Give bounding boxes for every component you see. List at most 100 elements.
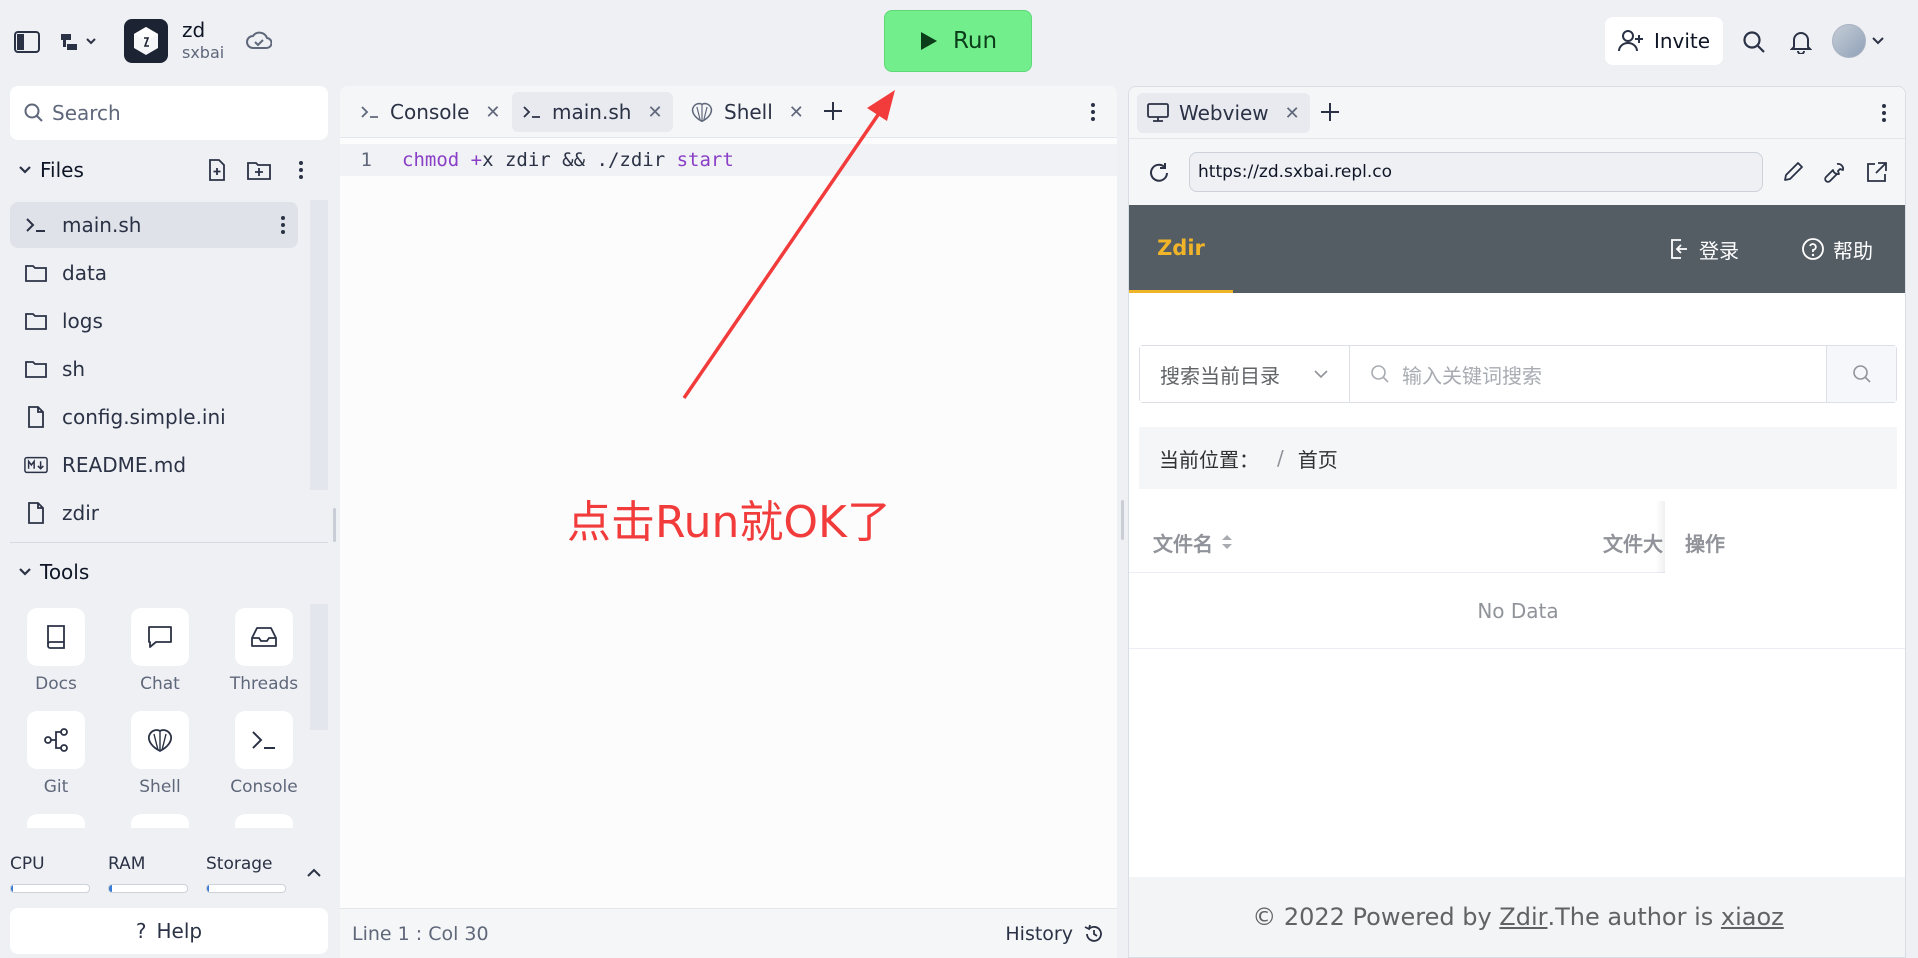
tool-partial[interactable] [27, 814, 85, 828]
file-name: config.simple.ini [62, 405, 226, 429]
invite-button[interactable]: Invite [1605, 17, 1723, 65]
file-item-logs[interactable]: logs [10, 298, 298, 344]
tools-section-header[interactable]: Tools [10, 552, 328, 592]
add-tab-icon[interactable] [1319, 101, 1341, 123]
footer-zdir-link[interactable]: Zdir [1499, 903, 1547, 931]
close-icon[interactable]: ✕ [647, 102, 662, 123]
file-icon [24, 406, 48, 428]
pane-resize-handle[interactable] [333, 508, 336, 542]
resources-panel-bg [0, 828, 334, 908]
search-icon [1371, 365, 1389, 383]
resource-bar-fill [11, 885, 13, 892]
layout-menu-icon[interactable] [56, 28, 102, 56]
add-tab-icon[interactable] [822, 100, 844, 122]
run-button-label: Run [952, 28, 998, 54]
tab-label: Console [390, 100, 470, 124]
tab-shell[interactable]: Shell ✕ [680, 92, 814, 132]
file-item-zdir[interactable]: zdir [10, 490, 298, 536]
resource-ram-bar [108, 884, 188, 893]
site-login-label: 登录 [1699, 238, 1739, 263]
tool-partial[interactable] [235, 814, 293, 828]
app-owner[interactable]: sxbai [182, 43, 224, 62]
tool-shell[interactable]: Shell [110, 711, 210, 797]
chevron-down-icon[interactable] [10, 567, 40, 577]
question-circle-icon [1802, 238, 1824, 260]
search-icon [24, 103, 43, 122]
tool-chat[interactable]: Chat [110, 608, 210, 694]
breadcrumb-separator: / [1277, 446, 1284, 470]
col-filesize[interactable]: 文件大 [1603, 511, 1663, 573]
file-item-sh[interactable]: sh [10, 346, 298, 392]
git-icon [27, 711, 85, 769]
terminal-icon [235, 711, 293, 769]
run-button[interactable]: Run [884, 10, 1032, 72]
file-name: zdir [62, 501, 99, 525]
history-label: History [1005, 922, 1073, 945]
tool-partial[interactable] [131, 814, 189, 828]
new-folder-icon[interactable] [247, 159, 271, 181]
tool-console[interactable]: Console [214, 711, 314, 797]
terminal-icon [361, 106, 378, 118]
devtools-wrench-icon[interactable] [1823, 160, 1847, 184]
sidebar-toggle-icon[interactable] [12, 28, 42, 56]
file-item-readme[interactable]: README.md [10, 442, 298, 488]
site-brand[interactable]: Zdir [1129, 205, 1233, 293]
files-section-header[interactable]: Files [10, 150, 328, 190]
tab-webview[interactable]: Webview ✕ [1137, 93, 1310, 133]
chevron-down-icon[interactable] [1870, 32, 1886, 50]
new-file-icon[interactable] [206, 159, 228, 181]
folder-icon [24, 264, 48, 282]
close-icon[interactable]: ✕ [485, 102, 500, 123]
file-item-data[interactable]: data [10, 250, 298, 296]
file-item-main-sh[interactable]: main.sh [10, 202, 298, 248]
file-more-icon[interactable] [280, 215, 286, 235]
code-text[interactable]: chmod +x zdir && ./zdir start [402, 149, 734, 171]
tool-docs[interactable]: Docs [6, 608, 106, 694]
history-button[interactable]: History [1005, 923, 1105, 945]
col-filename[interactable]: 文件名 [1153, 511, 1233, 573]
footer-author-link[interactable]: xiaoz [1721, 903, 1784, 931]
close-icon[interactable]: ✕ [789, 102, 804, 123]
tool-threads[interactable]: Threads [214, 608, 314, 694]
tab-console[interactable]: Console ✕ [350, 92, 511, 132]
files-more-icon[interactable] [298, 160, 304, 180]
tool-label: Git [43, 777, 69, 797]
sidebar-search-input[interactable]: Search [10, 86, 328, 140]
close-icon[interactable]: ✕ [1285, 103, 1300, 124]
tab-main-sh[interactable]: main.sh ✕ [512, 92, 673, 132]
refresh-icon[interactable] [1147, 161, 1171, 185]
breadcrumb-home[interactable]: 首页 [1298, 444, 1338, 473]
site-search-button[interactable] [1826, 346, 1896, 402]
app-logo[interactable] [124, 19, 168, 63]
file-name: sh [62, 357, 86, 381]
pane-resize-handle[interactable] [1121, 500, 1124, 540]
chevron-up-icon[interactable] [306, 868, 322, 878]
help-button[interactable]: ? Help [10, 908, 328, 954]
chevron-down-icon[interactable] [10, 165, 40, 175]
site-search-input[interactable]: 输入关键词搜索 [1350, 346, 1826, 402]
file-name: data [62, 261, 108, 285]
app-name[interactable]: zd [182, 18, 205, 42]
folder-icon [24, 360, 48, 378]
files-scrollbar[interactable] [310, 200, 328, 490]
file-item-config[interactable]: config.simple.ini [10, 394, 298, 440]
webview-more-icon[interactable] [1881, 103, 1887, 123]
tool-git[interactable]: Git [6, 711, 106, 797]
edit-pencil-icon[interactable] [1781, 160, 1805, 184]
annotation-text: 点击Run就OK了 [567, 497, 891, 548]
code-line[interactable]: 1 chmod +x zdir && ./zdir start [340, 144, 1117, 176]
search-icon[interactable] [1740, 28, 1768, 56]
search-icon [1852, 365, 1871, 383]
code-token: chmod [402, 149, 460, 171]
site-help-link[interactable]: 帮助 [1801, 205, 1873, 293]
site-login-link[interactable]: 登录 [1667, 205, 1739, 293]
notifications-bell-icon[interactable] [1787, 28, 1815, 56]
editor-more-icon[interactable] [1090, 102, 1096, 122]
code-token: start [676, 149, 734, 171]
cursor-position[interactable]: Line 1 : Col 30 [352, 923, 489, 945]
user-avatar[interactable] [1832, 24, 1866, 58]
url-input[interactable]: https://zd.sxbai.repl.co [1189, 152, 1763, 192]
open-external-icon[interactable] [1865, 160, 1889, 184]
cloud-check-icon[interactable] [244, 28, 274, 54]
search-scope-select[interactable]: 搜索当前目录 [1140, 346, 1350, 402]
